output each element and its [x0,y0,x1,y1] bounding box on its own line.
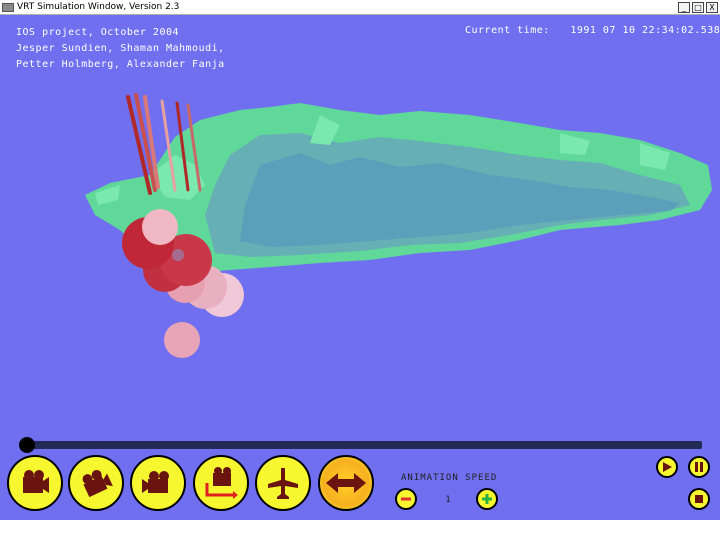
window-titlebar[interactable]: VRT Simulation Window, Version 2.3 _ □ X [0,0,720,15]
timeline-slider-track[interactable] [20,441,702,449]
camera-pan-button[interactable] [130,455,186,511]
window-title: VRT Simulation Window, Version 2.3 [17,2,180,12]
stop-button[interactable] [688,488,710,510]
camera-track-button[interactable] [193,455,249,511]
maximize-button[interactable]: □ [692,1,704,13]
terrain-scene [85,93,712,358]
camera-rotate-button[interactable] [68,455,124,511]
timeline-slider-handle[interactable] [18,437,35,453]
camera-view-button[interactable] [7,455,63,511]
camera-track-icon [205,467,238,499]
pause-icon [695,462,703,472]
horizontal-move-button[interactable] [318,455,374,511]
animation-speed-value: 1 [445,495,451,505]
pause-button[interactable] [688,456,710,478]
airplane-view-button[interactable] [255,455,311,511]
play-button[interactable] [656,456,678,478]
current-time-label: Current time: [465,25,550,36]
camera-rotate-icon [82,469,113,498]
plus-icon [482,494,492,504]
current-time-readout: Current time: 1991 07 10 22:34:02.538 [465,25,720,36]
horizontal-arrows-icon [326,473,366,493]
stop-icon [695,495,703,503]
app-icon [2,2,14,12]
credits-line: Petter Holmberg, Alexander Fanja [16,59,225,70]
camera-pan-icon [142,471,169,493]
minus-icon [401,497,411,501]
current-time-value: 1991 07 10 22:34:02.538 [570,25,720,36]
play-icon [663,462,672,472]
simulation-viewport[interactable]: IOS project, October 2004 Jesper Sundien… [0,15,720,520]
speed-increase-button[interactable] [476,488,498,510]
speed-decrease-button[interactable] [395,488,417,510]
credits-overlay: IOS project, October 2004 Jesper Sundien… [16,25,225,73]
movie-camera-icon [23,470,49,493]
close-button[interactable]: X [706,1,718,13]
animation-speed-label: ANIMATION SPEED [401,473,498,483]
credits-line: IOS project, October 2004 [16,27,180,38]
window-bottom-border [0,520,720,540]
minimize-button[interactable]: _ [678,1,690,13]
credits-line: Jesper Sundien, Shaman Mahmoudi, [16,43,225,54]
airplane-icon [268,468,298,499]
